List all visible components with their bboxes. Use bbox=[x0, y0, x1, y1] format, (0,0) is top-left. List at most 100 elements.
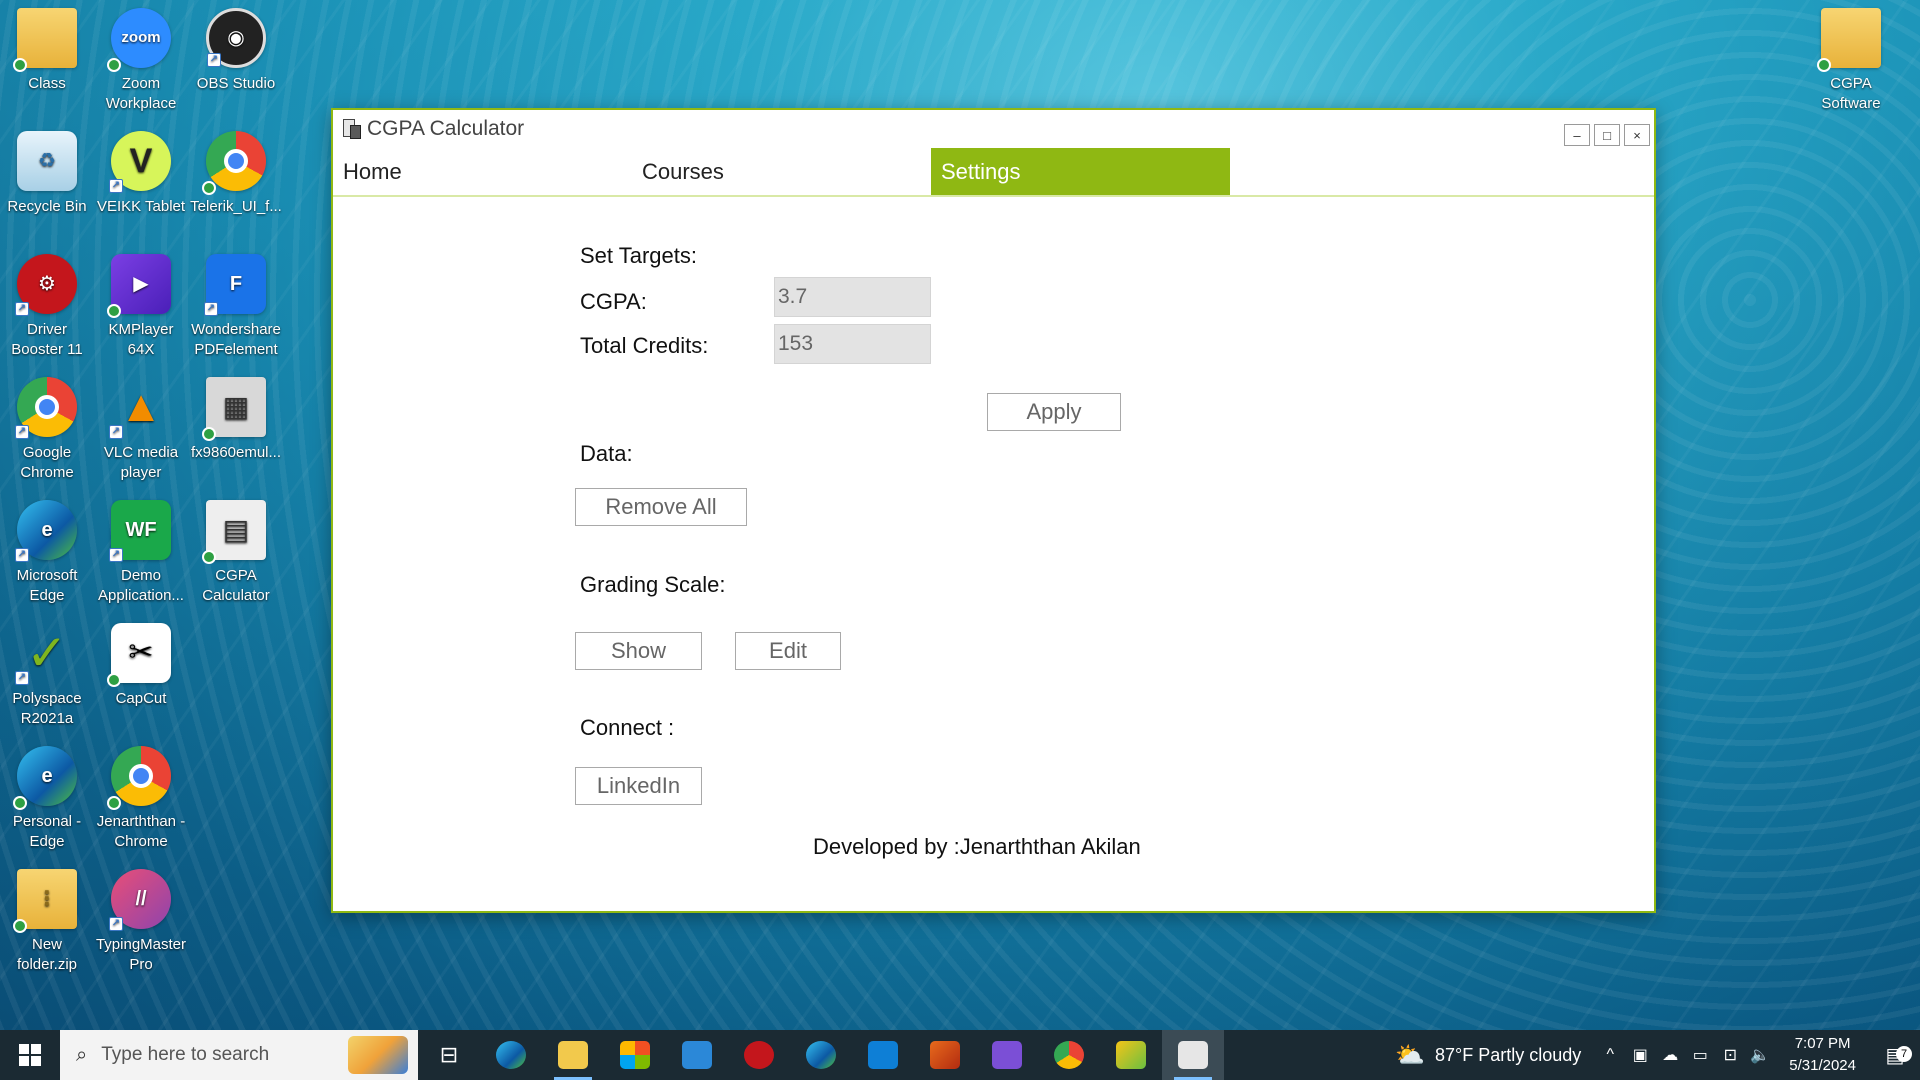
desktop-icon-label: New folder.zip bbox=[16, 936, 78, 973]
meet-now-icon[interactable]: ▣ bbox=[1625, 1045, 1655, 1065]
desktop-icon-edge[interactable]: e ↗ Microsoft Edge bbox=[0, 500, 94, 606]
total-credits-input[interactable] bbox=[774, 324, 931, 364]
desktop-icon-recycle-bin[interactable]: ♻ Recycle Bin bbox=[0, 131, 94, 217]
linkedin-button[interactable]: LinkedIn bbox=[575, 767, 702, 805]
desktop-icon-cgpa-calculator[interactable]: ▤ CGPA Calculator bbox=[189, 500, 283, 606]
minimize-button[interactable]: – bbox=[1564, 124, 1590, 146]
desktop-icon-jenarththan-chrome[interactable]: Jenarththan - Chrome bbox=[94, 746, 188, 852]
taskbar-cgpa-calculator[interactable] bbox=[1162, 1030, 1224, 1080]
taskbar-store[interactable] bbox=[604, 1030, 666, 1080]
taskbar-matlab[interactable] bbox=[914, 1030, 976, 1080]
task-view-icon: ⊟ bbox=[439, 1042, 459, 1067]
apply-button[interactable]: Apply bbox=[987, 393, 1121, 431]
desktop-icon-kmplayer[interactable]: ▶ KMPlayer 64X bbox=[94, 254, 188, 360]
grading-scale-heading: Grading Scale: bbox=[580, 572, 726, 597]
desktop-icon-cgpa-software[interactable]: CGPA Software bbox=[1804, 8, 1898, 114]
total-credits-label: Total Credits: bbox=[580, 333, 709, 358]
kmplayer-icon: ▶ bbox=[107, 254, 171, 318]
clock-time: 7:07 PM bbox=[1794, 1035, 1851, 1052]
snipping-tool-icon bbox=[1116, 1041, 1146, 1069]
taskbar-search[interactable]: ⌕ Type here to search bbox=[60, 1030, 418, 1080]
taskbar-edge[interactable] bbox=[480, 1030, 542, 1080]
edit-grading-scale-button[interactable]: Edit bbox=[735, 632, 841, 670]
calculator-icon: ▦ bbox=[202, 377, 266, 441]
taskbar-file-explorer[interactable] bbox=[542, 1030, 604, 1080]
chevron-up-icon[interactable]: ^ bbox=[1595, 1046, 1625, 1064]
desktop-icon-label: Driver Booster 11 bbox=[11, 321, 83, 358]
folder-icon bbox=[558, 1041, 588, 1069]
taskbar-mail[interactable] bbox=[666, 1030, 728, 1080]
cgpa-calculator-icon bbox=[1178, 1041, 1208, 1069]
notifications-button[interactable]: ▤ 7 bbox=[1870, 1043, 1920, 1068]
desktop-icon-label: Zoom Workplace bbox=[105, 75, 177, 112]
zip-folder-icon: ⋮ bbox=[13, 869, 77, 933]
taskbar-vscode[interactable] bbox=[852, 1030, 914, 1080]
tab-home[interactable]: Home bbox=[333, 148, 632, 195]
desktop-icon-zoom[interactable]: zoom Zoom Workplace bbox=[94, 8, 188, 114]
desktop-icon-personal-edge[interactable]: e Personal - Edge bbox=[0, 746, 94, 852]
partly-cloudy-icon: ⛅ bbox=[1395, 1041, 1425, 1069]
desktop-icon-label: Demo Application... bbox=[98, 567, 184, 604]
close-button[interactable]: × bbox=[1624, 124, 1650, 146]
desktop-icon-demo-app[interactable]: WF ↗ Demo Application... bbox=[94, 500, 188, 606]
tab-courses[interactable]: Courses bbox=[632, 148, 931, 195]
app-icon bbox=[341, 119, 363, 139]
weather-widget[interactable]: ⛅ 87°F Partly cloudy bbox=[1381, 1041, 1595, 1070]
desktop-icon-label: OBS Studio bbox=[196, 75, 276, 92]
data-heading: Data: bbox=[580, 441, 633, 466]
desktop-icon-label: VEIKK Tablet bbox=[96, 198, 186, 215]
window-title: CGPA Calculator bbox=[367, 117, 525, 140]
desktop-icon-label: Google Chrome bbox=[20, 444, 74, 481]
taskbar-chrome[interactable] bbox=[1038, 1030, 1100, 1080]
desktop-icon-obs[interactable]: ◉ ↗ OBS Studio bbox=[189, 8, 283, 94]
desktop-icon-label: Class bbox=[28, 75, 66, 92]
desktop-icon-label: TypingMaster Pro bbox=[95, 936, 187, 973]
chrome-icon: ↗ bbox=[15, 377, 77, 439]
desktop-icon-polyspace[interactable]: ✓ ↗ Polyspace R2021a bbox=[0, 623, 94, 729]
connect-heading: Connect : bbox=[580, 715, 675, 740]
desktop-icon-label: Personal - Edge bbox=[12, 813, 82, 850]
taskbar-edge-profile[interactable] bbox=[790, 1030, 852, 1080]
desktop-icon-google-chrome[interactable]: ↗ Google Chrome bbox=[0, 377, 94, 483]
driver-booster-icon: ⚙ ↗ bbox=[15, 254, 77, 316]
clock[interactable]: 7:07 PM 5/31/2024 bbox=[1775, 1033, 1870, 1077]
cgpa-calculator-window: CGPA Calculator – □ × Home Courses Setti… bbox=[331, 108, 1656, 913]
desktop-icon-new-folder-zip[interactable]: ⋮ New folder.zip bbox=[0, 869, 94, 975]
taskbar-snipping[interactable] bbox=[1100, 1030, 1162, 1080]
obs-icon: ◉ ↗ bbox=[206, 8, 266, 68]
battery-icon[interactable]: ▭ bbox=[1685, 1045, 1715, 1065]
desktop-icon-typingmaster[interactable]: //↗ TypingMaster Pro bbox=[94, 869, 188, 975]
show-grading-scale-button[interactable]: Show bbox=[575, 632, 702, 670]
desktop-icon-telerik[interactable]: Telerik_UI_f... bbox=[189, 131, 283, 217]
taskbar-driver-booster[interactable] bbox=[728, 1030, 790, 1080]
window-titlebar[interactable]: CGPA Calculator – □ × bbox=[333, 110, 1654, 148]
cgpa-calculator-icon: ▤ bbox=[202, 500, 266, 564]
start-button[interactable] bbox=[0, 1030, 60, 1080]
desktop-icon-class[interactable]: Class bbox=[0, 8, 94, 94]
chrome-icon bbox=[107, 746, 171, 810]
onedrive-icon[interactable]: ☁ bbox=[1655, 1045, 1685, 1065]
taskbar-visual-studio[interactable] bbox=[976, 1030, 1038, 1080]
nav-tabs: Home Courses Settings bbox=[333, 148, 1654, 197]
network-icon[interactable]: ⊡ bbox=[1715, 1045, 1745, 1065]
windows-icon bbox=[19, 1044, 41, 1066]
desktop-icon-fx9860[interactable]: ▦ fx9860emul... bbox=[189, 377, 283, 463]
desktop-icon-label: KMPlayer 64X bbox=[108, 321, 174, 358]
settings-panel: Set Targets: CGPA: Total Credits: Apply … bbox=[333, 197, 1654, 912]
desktop-icon-capcut[interactable]: ✂ CapCut bbox=[94, 623, 188, 709]
tab-settings[interactable]: Settings bbox=[931, 148, 1230, 195]
veikk-icon: V ↗ bbox=[109, 131, 171, 193]
maximize-button[interactable]: □ bbox=[1594, 124, 1620, 146]
task-view-button[interactable]: ⊟ bbox=[418, 1030, 480, 1080]
desktop-icon-vlc[interactable]: ▲ ↗ VLC media player bbox=[94, 377, 188, 483]
remove-all-button[interactable]: Remove All bbox=[575, 488, 747, 526]
desktop-icon-label: Wondershare PDFelement bbox=[191, 321, 281, 358]
desktop-icon-pdfelement[interactable]: F ↗ Wondershare PDFelement bbox=[189, 254, 283, 360]
cgpa-target-input[interactable] bbox=[774, 277, 931, 317]
desktop-icon-veikk[interactable]: V ↗ VEIKK Tablet bbox=[94, 131, 188, 217]
desktop-icon-driver-booster[interactable]: ⚙ ↗ Driver Booster 11 bbox=[0, 254, 94, 360]
desktop-icon-label: Recycle Bin bbox=[7, 198, 87, 215]
volume-icon[interactable]: 🔈 bbox=[1745, 1045, 1775, 1065]
chrome-icon bbox=[202, 131, 266, 195]
clock-date: 5/31/2024 bbox=[1789, 1057, 1856, 1074]
